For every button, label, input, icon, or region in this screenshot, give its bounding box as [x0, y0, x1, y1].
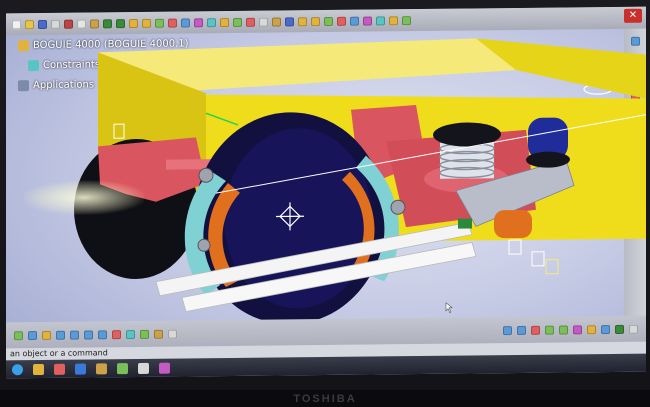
open-file-icon[interactable] [25, 19, 34, 29]
explode-icon[interactable] [246, 17, 255, 27]
new-file-icon[interactable] [12, 19, 21, 29]
redo-icon[interactable] [116, 18, 125, 28]
print-icon[interactable] [51, 19, 60, 29]
fit-icon[interactable] [42, 330, 51, 340]
command-prompt: an object or a command [10, 348, 108, 359]
catia-icon[interactable] [138, 362, 149, 374]
section-icon[interactable] [233, 17, 242, 27]
analysis-icon[interactable] [194, 17, 203, 27]
render-icon[interactable] [220, 17, 229, 27]
paste-icon[interactable] [90, 18, 99, 28]
shell-icon[interactable] [363, 16, 372, 26]
orange-stop[interactable] [494, 209, 532, 239]
hole-icon[interactable] [324, 16, 333, 26]
light-reflection [24, 179, 144, 216]
material-icon[interactable] [207, 17, 216, 27]
start-icon[interactable] [12, 363, 23, 375]
constraint-icon[interactable] [155, 18, 164, 28]
green-marker [458, 218, 472, 229]
measure-between-icon[interactable] [503, 325, 512, 335]
coincidence-icon[interactable] [545, 325, 554, 335]
close-window-button[interactable]: ✕ [624, 8, 642, 23]
swap-space-icon[interactable] [168, 329, 177, 339]
shading-icon[interactable] [140, 329, 149, 339]
fix-icon[interactable] [601, 324, 610, 334]
app-icon[interactable] [159, 362, 170, 374]
rotate-view-icon[interactable] [70, 330, 79, 340]
iso-view-icon[interactable] [126, 329, 135, 339]
left-pivot[interactable] [198, 167, 214, 183]
cad-window: ✕ BOGUIE 4000 (BOGUIE 4000.1) Constraint… [6, 6, 646, 379]
help-icon[interactable] [629, 324, 638, 334]
product-icon[interactable] [142, 18, 151, 28]
mirror-icon[interactable] [376, 15, 385, 25]
explorer-icon[interactable] [33, 363, 44, 375]
zoom-out-icon[interactable] [98, 329, 107, 339]
ie-icon[interactable] [75, 363, 86, 375]
constraint-symbol[interactable] [545, 259, 559, 275]
constraint-symbol[interactable] [508, 239, 522, 255]
undo-icon[interactable] [103, 18, 112, 28]
offset-icon[interactable] [573, 324, 582, 334]
part-icon[interactable] [129, 18, 138, 28]
pocket-icon[interactable] [311, 16, 320, 26]
fly-mode-icon[interactable] [28, 330, 37, 340]
select-icon[interactable] [14, 330, 23, 340]
measure-item-icon[interactable] [517, 325, 526, 335]
normal-view-icon[interactable] [112, 329, 121, 339]
update-icon[interactable] [615, 324, 624, 334]
inertia-icon[interactable] [531, 325, 540, 335]
monitor-brand: TOSHIBA [293, 393, 357, 405]
constraint-symbol[interactable] [531, 251, 545, 267]
media-icon[interactable] [117, 362, 128, 374]
bogie-3d-view[interactable] [6, 29, 646, 326]
contact-icon[interactable] [559, 324, 568, 335]
hide-show-icon[interactable] [154, 329, 163, 339]
right-pivot[interactable] [390, 199, 406, 215]
cursor-icon [445, 302, 453, 314]
chamfer-icon[interactable] [350, 16, 359, 26]
snap-icon[interactable] [259, 17, 268, 27]
pan-view-icon[interactable] [56, 330, 65, 340]
fillet-icon[interactable] [337, 16, 346, 26]
measure-icon[interactable] [181, 17, 190, 28]
monitor: ✕ BOGUIE 4000 (BOGUIE 4000.1) Constraint… [0, 0, 650, 390]
copy-icon[interactable] [77, 19, 86, 29]
zoom-in-icon[interactable] [84, 329, 93, 340]
cut-icon[interactable] [64, 19, 73, 29]
pattern-icon[interactable] [389, 15, 398, 25]
sketch-icon[interactable] [285, 16, 294, 26]
save-icon[interactable] [38, 19, 47, 29]
assembly-icon[interactable] [168, 18, 177, 28]
browser-icon[interactable] [54, 363, 65, 375]
left-lower-pivot[interactable] [197, 238, 211, 252]
clash-icon[interactable] [272, 16, 281, 27]
compass-tool-icon[interactable] [402, 15, 411, 25]
folder-icon[interactable] [96, 362, 107, 374]
angle-icon[interactable] [587, 324, 596, 334]
pad-icon[interactable] [298, 16, 307, 26]
